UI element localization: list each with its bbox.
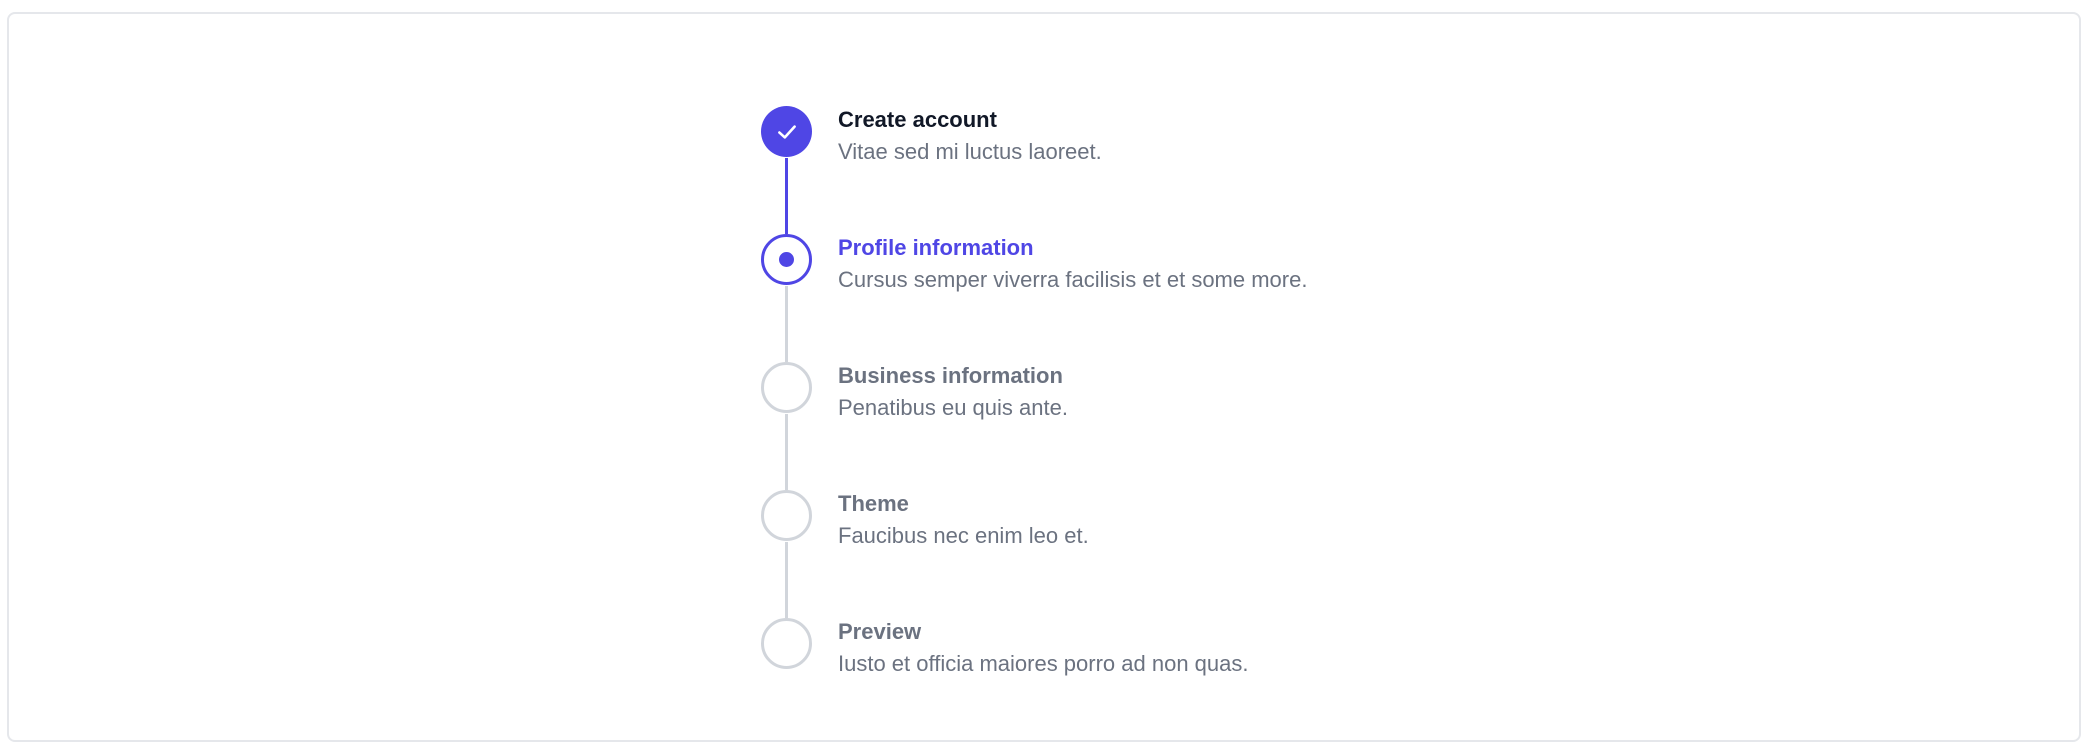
progress-steps: Create account Vitae sed mi luctus laore… [761,106,1561,746]
step-description: Iusto et officia maiores porro ad non qu… [838,651,1249,676]
step-preview[interactable]: Preview Iusto et officia maiores porro a… [761,618,1561,746]
step-title: Profile information [838,235,1034,260]
step-connector [785,414,788,490]
step-title: Theme [838,491,909,516]
step-connector [785,158,788,234]
step-description: Cursus semper viverra facilisis et et so… [838,267,1308,292]
current-dot-icon [779,252,794,267]
step-business-information[interactable]: Business information Penatibus eu quis a… [761,362,1561,490]
empty-circle-icon[interactable] [761,362,812,413]
step-current-marker[interactable] [761,234,812,285]
step-title: Preview [838,619,922,644]
empty-circle-icon[interactable] [761,618,812,669]
step-title: Business information [838,363,1063,388]
step-title: Create account [838,107,997,132]
check-icon [777,124,796,139]
step-create-account[interactable]: Create account Vitae sed mi luctus laore… [761,106,1561,234]
empty-circle-icon[interactable] [761,490,812,541]
step-description: Faucibus nec enim leo et. [838,523,1089,548]
step-description: Penatibus eu quis ante. [838,395,1068,420]
step-profile-information[interactable]: Profile information Cursus semper viverr… [761,234,1561,362]
step-connector [785,286,788,362]
step-complete-marker[interactable] [761,106,812,157]
step-connector [785,542,788,618]
steps-panel: Create account Vitae sed mi luctus laore… [7,12,2081,742]
step-theme[interactable]: Theme Faucibus nec enim leo et. [761,490,1561,618]
step-description: Vitae sed mi luctus laoreet. [838,139,1102,164]
